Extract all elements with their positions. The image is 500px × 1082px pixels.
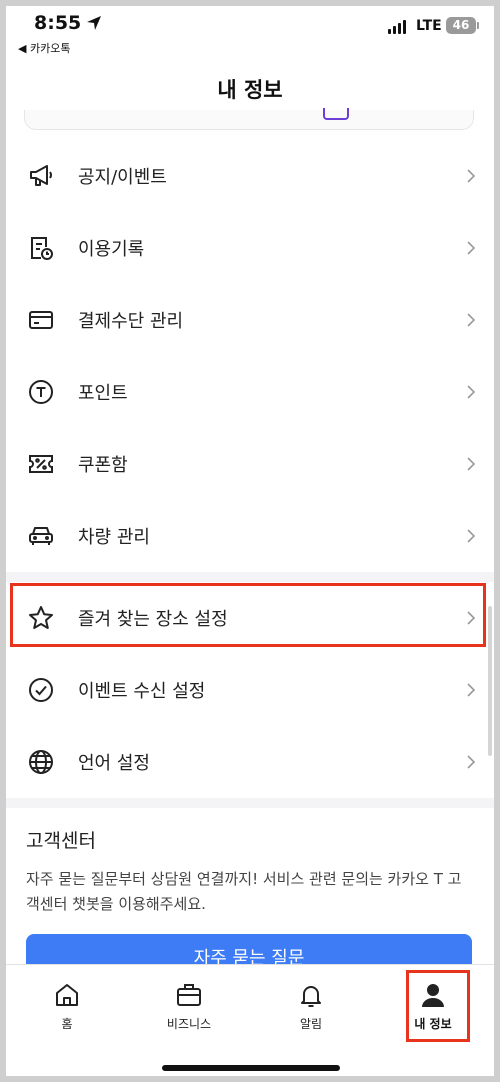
megaphone-icon: [26, 161, 56, 191]
menu-item-label: 쿠폰함: [78, 455, 128, 476]
back-to-app-link[interactable]: ◀ 카카오톡: [18, 40, 70, 56]
scrollbar[interactable]: [488, 606, 492, 756]
car-icon: [26, 521, 56, 551]
customer-support-section: 고객센터 자주 묻는 질문부터 상담원 연결까지! 서비스 관련 문의는 카카오…: [6, 826, 494, 984]
my-info-tab-highlight-box: [406, 970, 470, 1042]
menu-item-event-notification[interactable]: 이벤트 수신 설정: [6, 654, 494, 726]
menu-item-label: 결제수단 관리: [78, 311, 184, 332]
card-chip-icon: [323, 108, 349, 120]
chevron-right-icon: [467, 169, 476, 183]
tab-business[interactable]: 비즈니스: [128, 965, 250, 1035]
menu-list: 공지/이벤트 이용기록 결제수단 관리 포인트 쿠폰함 차량 관리 즐겨 찾는 …: [6, 140, 494, 808]
support-description: 자주 묻는 질문부터 상담원 연결까지! 서비스 관련 문의는 카카오 T 고객…: [26, 870, 462, 913]
menu-item-label: 포인트: [78, 383, 128, 404]
chevron-right-icon: [467, 313, 476, 327]
chevron-right-icon: [467, 611, 476, 625]
chevron-right-icon: [467, 385, 476, 399]
profile-card-partial[interactable]: [24, 108, 474, 130]
signal-strength-icon: [388, 20, 406, 34]
favorite-places-highlight-box: [10, 583, 486, 647]
location-arrow-icon: [87, 16, 101, 30]
bottom-tab-bar: 홈 비즈니스 알림 내 정보: [6, 964, 494, 1076]
chevron-right-icon: [467, 457, 476, 471]
menu-item-points[interactable]: 포인트: [6, 356, 494, 428]
tab-home[interactable]: 홈: [6, 965, 128, 1035]
menu-item-usage-history[interactable]: 이용기록: [6, 212, 494, 284]
home-indicator[interactable]: [162, 1065, 340, 1071]
tab-notifications[interactable]: 알림: [250, 965, 372, 1035]
page-title: 내 정보: [217, 78, 283, 102]
menu-item-label: 공지/이벤트: [78, 167, 167, 188]
menu-item-vehicle-management[interactable]: 차량 관리: [6, 500, 494, 572]
point-coin-icon: [26, 377, 56, 407]
chevron-right-icon: [467, 529, 476, 543]
support-title: 고객센터: [26, 830, 96, 852]
menu-item-coupons[interactable]: 쿠폰함: [6, 428, 494, 500]
briefcase-icon: [177, 984, 201, 1006]
tab-label: 알림: [299, 1017, 323, 1031]
tab-label: 홈: [61, 1017, 73, 1031]
chevron-right-icon: [467, 241, 476, 255]
tab-label: 비즈니스: [166, 1017, 212, 1031]
section-divider: [6, 798, 494, 808]
menu-item-label: 이벤트 수신 설정: [78, 681, 206, 702]
battery-icon: 46: [446, 17, 479, 34]
menu-item-label: 차량 관리: [78, 527, 150, 548]
menu-item-label: 언어 설정: [78, 753, 150, 774]
check-circle-icon: [26, 675, 56, 705]
menu-item-language[interactable]: 언어 설정: [6, 726, 494, 798]
chevron-right-icon: [467, 683, 476, 697]
home-icon: [56, 984, 78, 1006]
bell-icon: [301, 986, 321, 1007]
chevron-right-icon: [467, 755, 476, 769]
globe-icon: [26, 747, 56, 777]
phone-screen: 8:55 ◀ 카카오톡 LTE 46 내 정보 공지/이벤트 이용기록 결제수단…: [6, 6, 494, 1076]
status-bar: 8:55 ◀ 카카오톡 LTE 46: [6, 6, 494, 64]
menu-item-payment-methods[interactable]: 결제수단 관리: [6, 284, 494, 356]
menu-item-favorite-places[interactable]: 즐겨 찾는 장소 설정: [6, 582, 494, 654]
status-time: 8:55: [34, 12, 82, 34]
menu-item-notice-event[interactable]: 공지/이벤트: [6, 140, 494, 212]
network-type: LTE: [416, 18, 442, 34]
section-divider: [6, 572, 494, 582]
credit-card-icon: [26, 305, 56, 335]
history-document-icon: [26, 233, 56, 263]
menu-item-label: 이용기록: [78, 239, 145, 260]
coupon-icon: [26, 449, 56, 479]
